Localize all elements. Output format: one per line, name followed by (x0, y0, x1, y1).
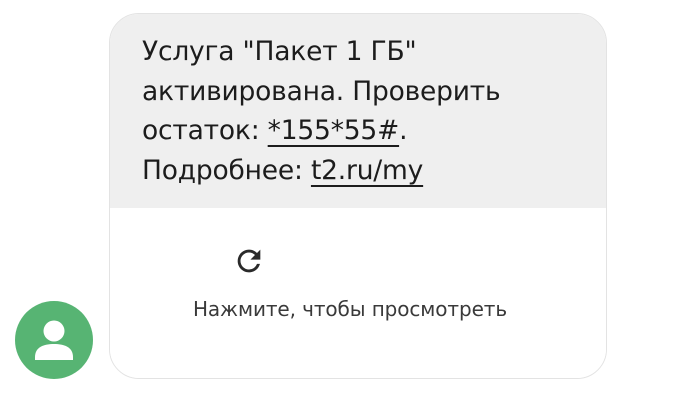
ussd-code-link[interactable]: *155*55# (268, 115, 400, 146)
message-line-3-suffix: . (399, 115, 408, 146)
message-line-4-prefix: Подробнее: (142, 154, 311, 186)
tap-to-view-button[interactable] (110, 208, 606, 378)
url-link[interactable]: t2.ru/my (311, 155, 423, 186)
sms-screen: Услуга "Пакет 1 ГБ" активирована. Провер… (0, 0, 700, 403)
message-line-2: активирована. Проверить (142, 75, 501, 107)
refresh-icon[interactable] (232, 244, 266, 278)
message-body[interactable]: Услуга "Пакет 1 ГБ" активирована. Провер… (110, 14, 606, 208)
message-line-3-prefix: остаток: (142, 115, 268, 146)
message-line-1: Услуга "Пакет 1 ГБ" (142, 36, 417, 67)
message-line-4: Подробнее: t2.ru/my (142, 151, 586, 191)
message-line-3: остаток: *155*55#. (142, 111, 586, 151)
message-bubble: Услуга "Пакет 1 ГБ" активирована. Провер… (109, 13, 607, 379)
tap-to-view-label[interactable]: Нажмите, чтобы просмотреть (0, 297, 700, 321)
